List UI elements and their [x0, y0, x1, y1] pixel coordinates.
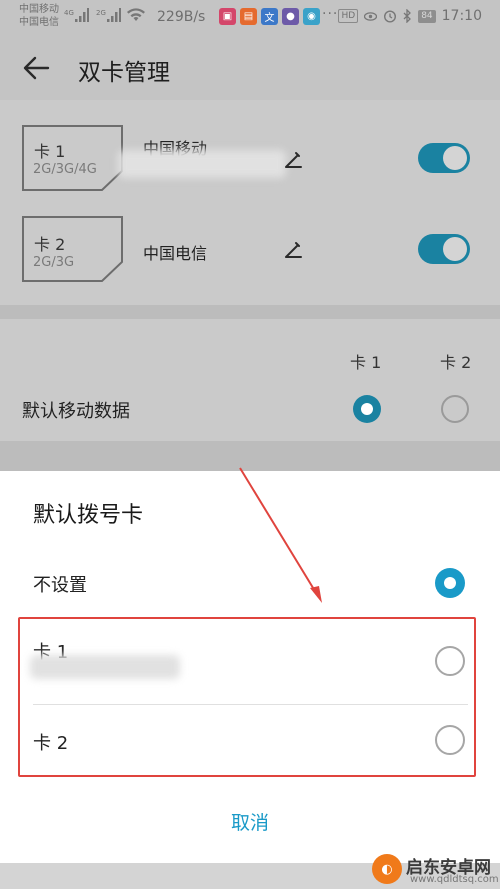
default-data-label: 默认移动数据	[22, 401, 130, 422]
sim-2-label: 卡 2	[34, 235, 66, 254]
signal-2-icon	[107, 8, 121, 22]
app-bar: 双卡管理	[0, 36, 500, 100]
default-data-sim-1-radio[interactable]	[353, 395, 381, 423]
dialog-title: 默认拨号卡	[33, 503, 144, 528]
watermark-url: www.qdldtsq.com	[410, 874, 499, 885]
sim-1-network-types: 2G/3G/4G	[33, 162, 97, 177]
sim-2-toggle[interactable]	[418, 234, 470, 264]
sim-1-number-redacted	[118, 150, 286, 178]
default-dial-card-dialog: 默认拨号卡 不设置 卡 1 卡 2 取消	[0, 471, 500, 863]
sim-1-label: 卡 1	[34, 142, 66, 161]
carrier-names: 中国移动 中国电信	[19, 3, 59, 29]
default-data-section: 卡 1 卡 2 默认移动数据	[0, 319, 500, 441]
sim-1-edit-icon[interactable]	[284, 150, 304, 170]
status-bar: 中国移动 中国电信 4G 2G 229B/s ▣ ▤ 文 ● ◉ ··· HD …	[0, 0, 500, 36]
alarm-icon	[384, 10, 397, 23]
carrier-2-label: 中国电信	[19, 17, 59, 28]
more-notifications-icon: ···	[322, 6, 339, 22]
hd-icon: HD	[338, 9, 359, 23]
status-right: HD 84 17:10	[338, 8, 482, 24]
sim-1-toggle-knob	[443, 146, 467, 170]
sim-2-toggle-knob	[443, 237, 467, 261]
highlight-box	[18, 617, 476, 777]
column-sim-2: 卡 2	[440, 353, 472, 372]
section-divider	[0, 305, 500, 319]
bluetooth-icon	[403, 9, 412, 23]
app-notify-4-icon: ●	[282, 8, 299, 25]
back-arrow-icon[interactable]	[20, 52, 52, 84]
option-none-label: 不设置	[33, 575, 87, 596]
option-none-radio[interactable]	[435, 568, 465, 598]
page-title: 双卡管理	[78, 60, 170, 86]
app-notify-2-icon: ▤	[240, 8, 257, 25]
sim-card-list: 卡 1 2G/3G/4G 中国移动 卡 2 2G/3G 中国电信	[0, 100, 500, 305]
column-sim-1: 卡 1	[350, 353, 382, 372]
app-notify-1-icon: ▣	[219, 8, 236, 25]
notification-app-icons: ▣ ▤ 文 ● ◉	[219, 8, 320, 25]
app-notify-5-icon: ◉	[303, 8, 320, 25]
watermark: ◐ 启东安卓网 www.qdldtsq.com	[372, 853, 500, 889]
sim-2-carrier: 中国电信	[143, 244, 208, 263]
net-type-1: 4G	[64, 9, 74, 17]
net-type-2: 2G	[96, 9, 106, 17]
sim-1-toggle[interactable]	[418, 143, 470, 173]
sim-2-edit-icon[interactable]	[284, 240, 304, 260]
signal-1-icon	[75, 8, 89, 22]
carrier-1-label: 中国移动	[19, 4, 59, 15]
eye-icon	[364, 11, 378, 21]
app-notify-3-icon: 文	[261, 8, 278, 25]
watermark-logo-icon: ◐	[372, 854, 402, 884]
sim-2-network-types: 2G/3G	[33, 255, 75, 270]
network-speed: 229B/s	[157, 9, 206, 25]
dimmed-area	[0, 441, 500, 471]
default-data-sim-2-radio[interactable]	[441, 395, 469, 423]
wifi-icon	[127, 8, 145, 21]
cancel-button[interactable]: 取消	[200, 805, 300, 841]
clock: 17:10	[441, 8, 482, 24]
battery-icon: 84	[418, 9, 436, 23]
